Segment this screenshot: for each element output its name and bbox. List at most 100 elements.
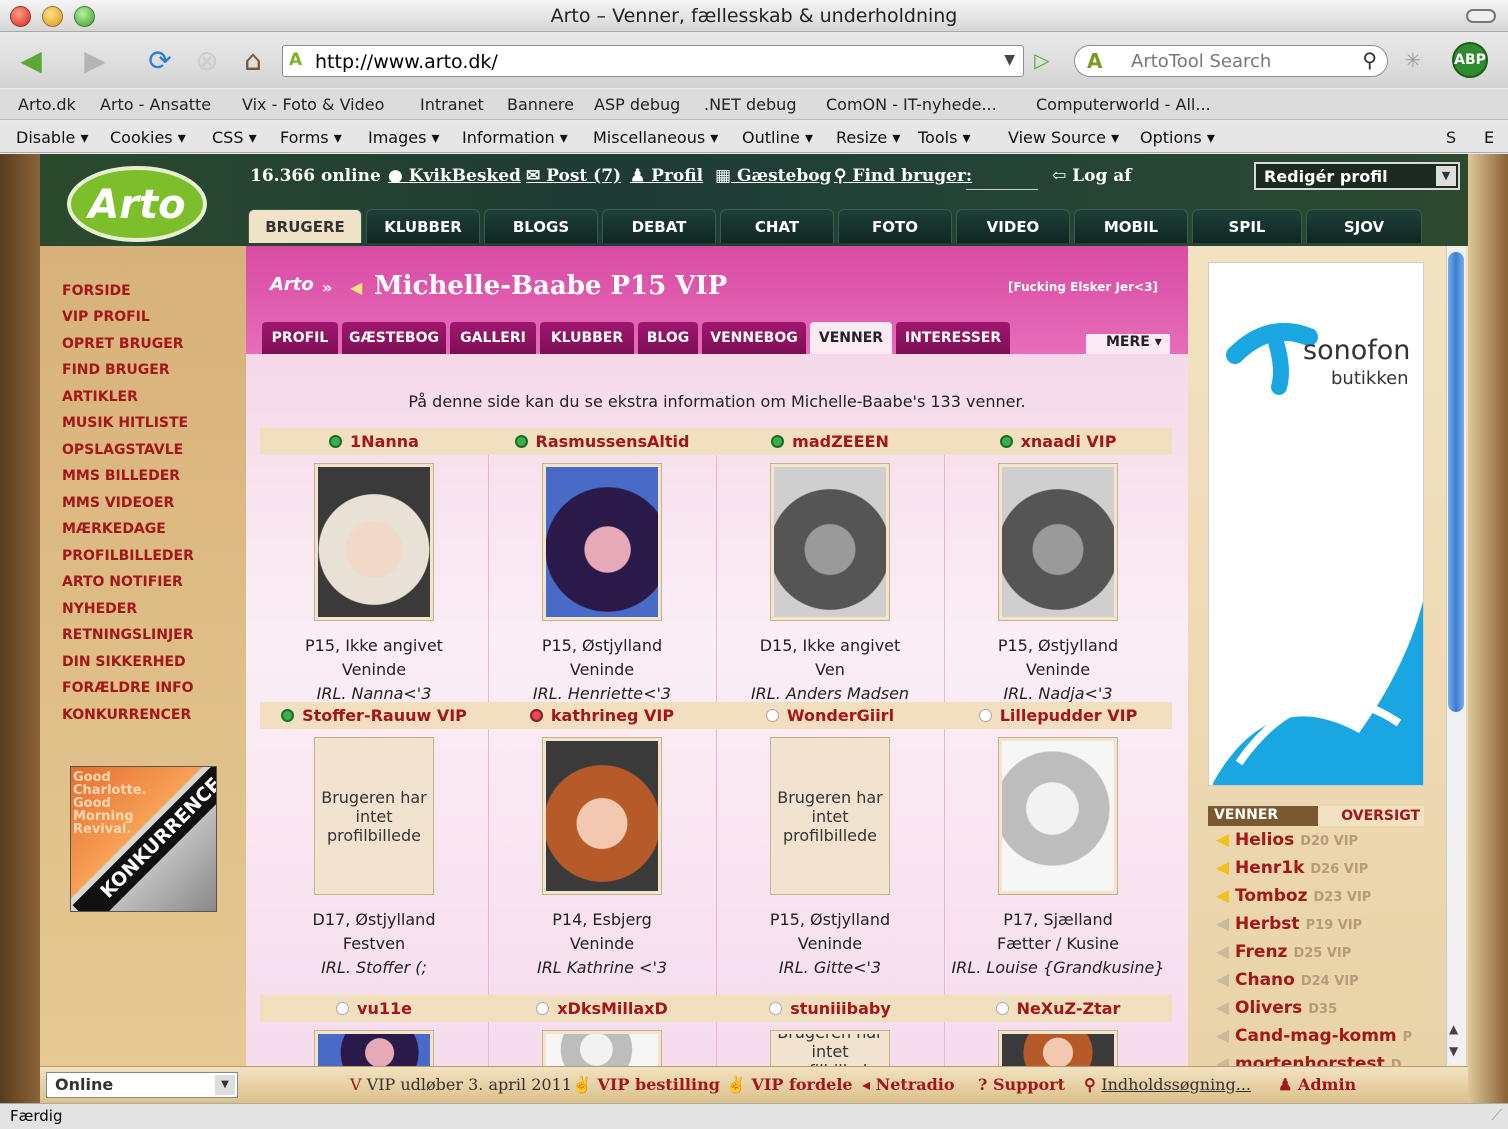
subtab-klubber[interactable]: KLUBBER xyxy=(540,322,634,354)
nav-mms-billeder[interactable]: MMS BILLEDER xyxy=(62,468,180,484)
toolbar-toggle-button[interactable] xyxy=(1466,9,1496,23)
adblock-button[interactable]: ABP xyxy=(1452,42,1488,78)
friend-avatar[interactable] xyxy=(315,464,433,620)
nav-konkurrencer[interactable]: KONKURRENCER xyxy=(62,707,191,723)
friend-avatar[interactable] xyxy=(315,1031,433,1071)
sidebar-friend-item[interactable]: ◀ Tomboz D23 VIP xyxy=(1216,886,1371,906)
gaestebog-link[interactable]: ▦ Gæstebog xyxy=(715,166,831,186)
bookmark-item[interactable]: Computerworld - All... xyxy=(1036,95,1211,114)
devbar-menu[interactable]: Options ▾ xyxy=(1140,128,1215,147)
content-search-link[interactable]: ⚲ Indholdssøgning... xyxy=(1084,1075,1251,1094)
friend-avatar[interactable] xyxy=(543,738,661,894)
devbar-menu[interactable]: Disable ▾ xyxy=(16,128,88,147)
subtab-interesser[interactable]: INTERESSER xyxy=(896,322,1010,354)
nav-din-sikkerhed[interactable]: DIN SIKKERHED xyxy=(62,654,186,670)
tab-brugere[interactable]: BRUGERE xyxy=(248,209,362,243)
devbar-menu[interactable]: Images ▾ xyxy=(368,128,440,147)
friend-name-link[interactable]: RasmussensAltid xyxy=(488,428,716,455)
support-link[interactable]: ? Support xyxy=(978,1075,1065,1094)
url-dropdown-icon[interactable]: ▼ xyxy=(1004,52,1015,68)
nav-opslagstavle[interactable]: OPSLAGSTAVLE xyxy=(62,442,183,458)
sonofon-advertisement[interactable]: sonofon butikken xyxy=(1208,262,1424,786)
friend-avatar[interactable]: Brugeren har intet profilbillede xyxy=(771,1031,889,1071)
sidebar-friend-item[interactable]: ◀ Henr1k D26 VIP xyxy=(1216,858,1368,878)
friend-name-link[interactable]: vu11e xyxy=(260,995,488,1022)
tab-foto[interactable]: FOTO xyxy=(838,209,952,243)
vip-fordele-link[interactable]: ✌ VIP fordele xyxy=(726,1075,853,1094)
friend-name-link[interactable]: kathrineg VIP xyxy=(488,702,716,729)
devbar-menu[interactable]: Outline ▾ xyxy=(742,128,813,147)
tab-mobil[interactable]: MOBIL xyxy=(1074,209,1188,243)
nav-artikler[interactable]: ARTIKLER xyxy=(62,389,138,405)
oversigt-link[interactable]: OVERSIGT xyxy=(1318,806,1424,826)
scroll-down-icon[interactable]: ▼ xyxy=(1449,1044,1458,1058)
devbar-menu[interactable]: Information ▾ xyxy=(462,128,568,147)
friend-avatar[interactable] xyxy=(999,738,1117,894)
search-bar[interactable]: A ArtoTool Search ⚲ xyxy=(1074,45,1388,77)
nav-opret-bruger[interactable]: OPRET BRUGER xyxy=(62,336,184,352)
netradio-link[interactable]: ◂ Netradio xyxy=(862,1075,955,1094)
nav-musik-hitliste[interactable]: MUSIK HITLISTE xyxy=(62,415,188,431)
sidebar-friend-item[interactable]: ◀ Helios D20 VIP xyxy=(1216,830,1358,850)
devbar-menu[interactable]: Resize ▾ xyxy=(836,128,900,147)
nav-mms-videoer[interactable]: MMS VIDEOER xyxy=(62,495,174,511)
devbar-menu[interactable]: Tools ▾ xyxy=(918,128,971,147)
nav-profilbilleder[interactable]: PROFILBILLEDER xyxy=(62,548,194,564)
sidebar-friend-item[interactable]: ◀ Frenz D25 VIP xyxy=(1216,942,1351,962)
friend-name-link[interactable]: xnaadi VIP xyxy=(944,428,1172,455)
devbar-menu[interactable]: Cookies ▾ xyxy=(110,128,186,147)
reload-icon[interactable]: ⟳ xyxy=(140,43,180,77)
more-button[interactable]: MERE ▾ xyxy=(1086,334,1170,354)
friend-name-link[interactable]: NeXuZ-Ztar xyxy=(944,995,1172,1022)
devbar-menu[interactable]: S xyxy=(1446,128,1456,147)
home-icon[interactable]: ⌂ xyxy=(234,43,272,77)
friend-name-link[interactable]: WonderGiirl xyxy=(716,702,944,729)
sidebar-friend-item[interactable]: ◀ Cand-mag-komm P xyxy=(1216,1026,1416,1046)
tab-debat[interactable]: DEBAT xyxy=(602,209,716,243)
friend-avatar[interactable] xyxy=(999,1031,1117,1071)
bookmark-item[interactable]: Intranet xyxy=(420,95,484,114)
content-search-input[interactable]: Indholdssøgning... xyxy=(1101,1075,1251,1094)
logout-link[interactable]: ⇦ Log af xyxy=(1052,166,1132,186)
scroll-up-icon[interactable]: ▲ xyxy=(1449,1022,1458,1036)
vip-bestilling-link[interactable]: ✌ VIP bestilling xyxy=(572,1075,720,1094)
tab-spil[interactable]: SPIL xyxy=(1192,209,1302,243)
devbar-menu[interactable]: Miscellaneous ▾ xyxy=(593,128,718,147)
konkurrence-banner[interactable]: Good Charlotte. Good Morning Revival. KO… xyxy=(70,766,217,912)
devbar-menu[interactable]: CSS ▾ xyxy=(212,128,257,147)
subtab-venner[interactable]: VENNER xyxy=(810,322,892,354)
find-user-input[interactable] xyxy=(966,170,1038,190)
go-icon[interactable]: ▷ xyxy=(1030,43,1054,77)
subtab-vennebog[interactable]: VENNEBOG xyxy=(702,322,806,354)
friend-avatar[interactable]: Brugeren har intet profilbillede xyxy=(315,738,433,894)
subtab-gaestebog[interactable]: GÆSTEBOG xyxy=(342,322,446,354)
profile-select[interactable]: Redigér profil ▼ xyxy=(1254,162,1460,190)
scrollbar-thumb[interactable] xyxy=(1448,252,1464,712)
bookmark-item[interactable]: ComON - IT-nyhede... xyxy=(826,95,997,114)
nav-arto-notifier[interactable]: ARTO NOTIFIER xyxy=(62,574,183,590)
tab-chat[interactable]: CHAT xyxy=(720,209,834,243)
resize-grip-icon[interactable]: ⟋ xyxy=(1491,1106,1502,1124)
admin-link[interactable]: ♟ Admin xyxy=(1278,1075,1356,1094)
sidebar-friend-item[interactable]: ◀ Olivers D35 xyxy=(1216,998,1337,1018)
tab-video[interactable]: VIDEO xyxy=(956,209,1070,243)
friend-name-link[interactable]: Lillepudder VIP xyxy=(944,702,1172,729)
sidebar-friend-item[interactable]: ◀ Chano D24 VIP xyxy=(1216,970,1359,990)
friend-name-link[interactable]: xDksMillaxD xyxy=(488,995,716,1022)
friend-name-link[interactable]: Stoffer-Rauuw VIP xyxy=(260,702,488,729)
stop-icon[interactable]: ⊗ xyxy=(188,43,226,77)
friend-avatar[interactable] xyxy=(771,464,889,620)
bookmark-item[interactable]: .NET debug xyxy=(704,95,796,114)
tab-klubber[interactable]: KLUBBER xyxy=(366,209,480,243)
profil-link[interactable]: ♟ Profil xyxy=(630,166,703,186)
friend-avatar[interactable] xyxy=(543,1031,661,1071)
friend-name-link[interactable]: 1Nanna xyxy=(260,428,488,455)
online-status-select[interactable]: Online ▼ xyxy=(46,1072,238,1098)
nav-forside[interactable]: FORSIDE xyxy=(62,283,131,299)
friend-avatar[interactable] xyxy=(543,464,661,620)
bookmark-item[interactable]: Arto - Ansatte xyxy=(100,95,211,114)
nav-find-bruger[interactable]: FIND BRUGER xyxy=(62,362,170,378)
friend-avatar[interactable]: Brugeren har intet profilbillede xyxy=(771,738,889,894)
nav-vip-profil[interactable]: VIP PROFIL xyxy=(62,309,150,325)
nav-retningslinjer[interactable]: RETNINGSLINJER xyxy=(62,627,194,643)
